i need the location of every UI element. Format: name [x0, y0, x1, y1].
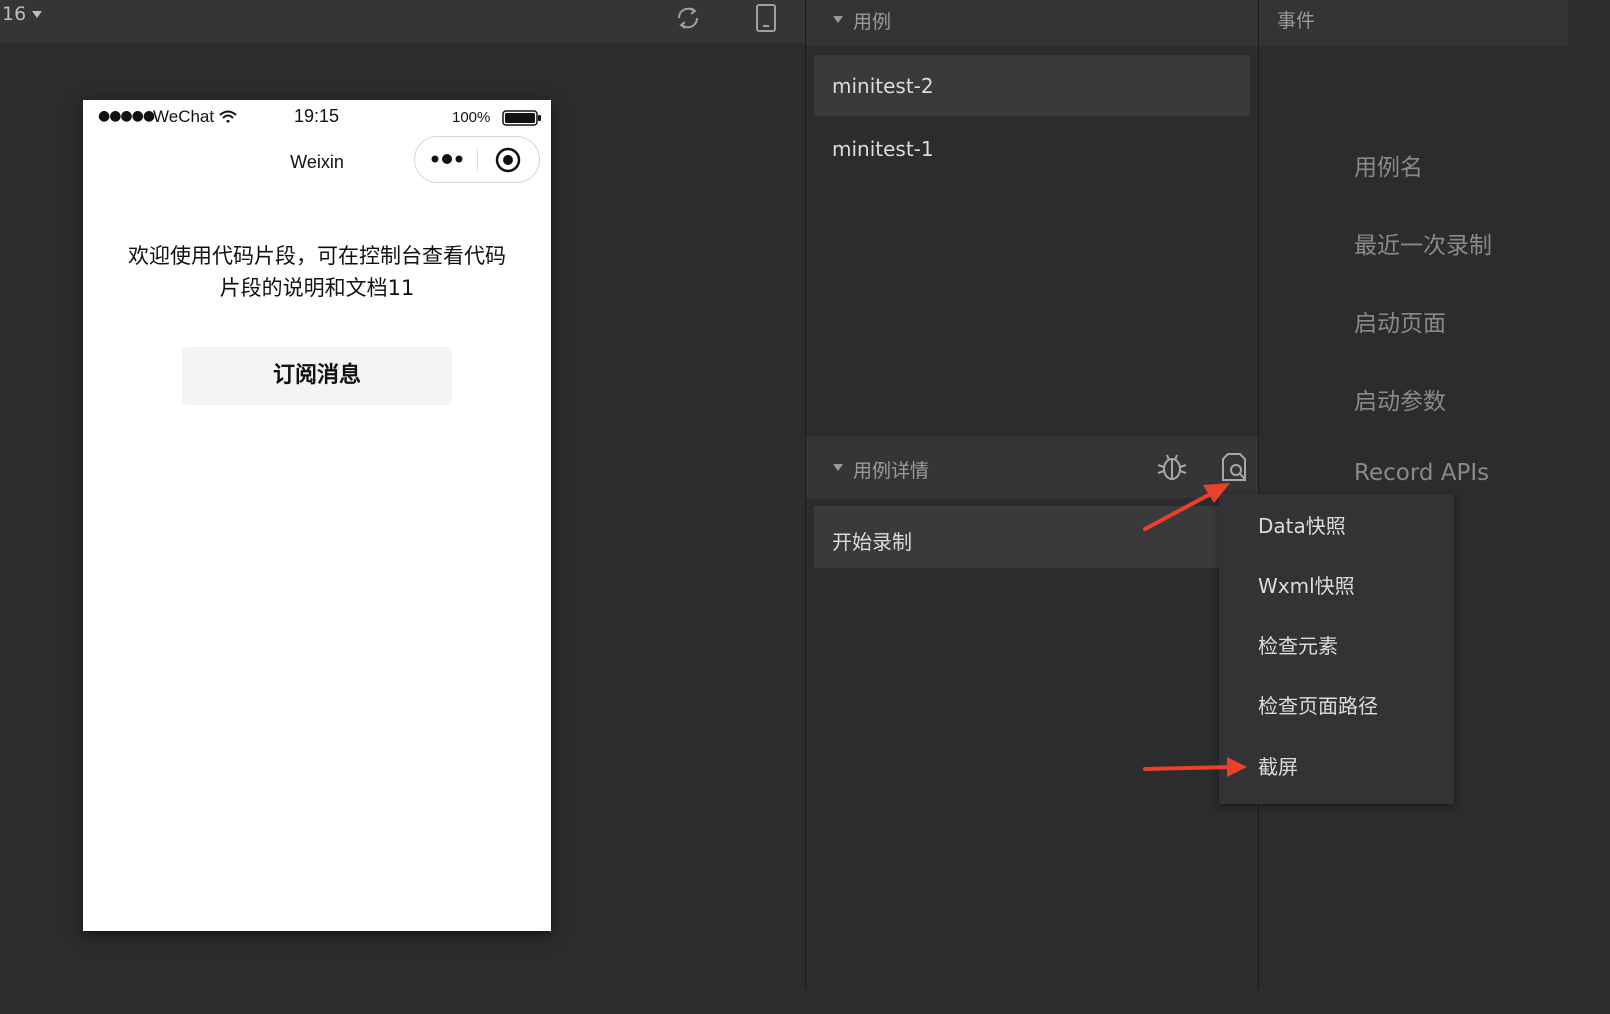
close-target-icon[interactable] — [495, 147, 521, 173]
menu-item-label: 截屏 — [1258, 755, 1298, 779]
status-time: 19:15 — [294, 106, 340, 126]
collapse-caret-icon[interactable] — [833, 464, 843, 471]
case-section-header[interactable]: 用例 — [806, 0, 1258, 46]
rotate-icon[interactable] — [674, 4, 702, 32]
detail-section-header[interactable]: 用例详情 — [806, 436, 1258, 498]
case-item-label: minitest-1 — [832, 137, 934, 161]
snapshot-dropdown-menu: Data快照 Wxml快照 检查元素 检查页面路径 截屏 — [1219, 494, 1454, 804]
start-record-label: 开始录制 — [832, 530, 912, 554]
battery-percentage: 100% — [452, 109, 491, 126]
wifi-icon — [219, 110, 237, 123]
menu-item-data-snapshot[interactable]: Data快照 — [1219, 494, 1454, 554]
collapse-caret-icon[interactable] — [833, 16, 843, 23]
menu-item-wxml-snapshot[interactable]: Wxml快照 — [1219, 554, 1454, 614]
menu-item-inspect-page-path[interactable]: 检查页面路径 — [1219, 674, 1454, 734]
field-case-name: 用例名 — [1354, 155, 1423, 181]
menu-item-label: Data快照 — [1258, 514, 1346, 538]
field-start-page: 启动页面 — [1354, 311, 1446, 337]
case-list-item[interactable]: minitest-1 — [814, 118, 1250, 179]
menu-capsule — [414, 136, 540, 183]
start-record-item[interactable]: 开始录制 — [814, 506, 1250, 568]
menu-item-label: 检查元素 — [1258, 634, 1338, 658]
case-section-title: 用例 — [853, 11, 892, 33]
simulator-pane: 16 ●●●●● WeChat 19:15 100% Weixin 欢迎使用代码… — [0, 0, 805, 988]
battery-icon — [502, 110, 541, 126]
simulator-toolbar: 16 — [0, 0, 805, 43]
zoom-level[interactable]: 16 — [2, 3, 26, 25]
menu-item-label: Wxml快照 — [1258, 574, 1355, 598]
event-section-header: 事件 — [1259, 0, 1568, 46]
menu-item-screenshot[interactable]: 截屏 — [1219, 735, 1454, 795]
detail-section-title: 用例详情 — [853, 460, 930, 482]
field-start-params: 启动参数 — [1354, 389, 1446, 415]
phone-screen: ●●●●● WeChat 19:15 100% Weixin 欢迎使用代码片段，… — [83, 100, 551, 931]
device-icon[interactable] — [753, 3, 779, 33]
intro-text: 欢迎使用代码片段，可在控制台查看代码片段的说明和文档11 — [128, 244, 506, 300]
case-list-item[interactable]: minitest-2 — [814, 55, 1250, 116]
event-section-title: 事件 — [1277, 10, 1316, 32]
field-record-apis: Record APIs — [1354, 460, 1490, 486]
snapshot-icon[interactable] — [1220, 452, 1248, 484]
capsule-divider — [477, 149, 478, 170]
case-pane: 用例 minitest-2 minitest-1 用例详情 开始录制 — [806, 0, 1258, 988]
signal-indicator: ●●●●● — [98, 108, 155, 124]
more-dots-icon[interactable] — [429, 147, 469, 171]
case-item-label: minitest-2 — [832, 74, 934, 98]
menu-item-inspect-element[interactable]: 检查元素 — [1219, 614, 1454, 674]
zoom-dropdown-icon[interactable] — [32, 11, 42, 18]
bug-icon[interactable] — [1156, 453, 1188, 483]
menu-item-label: 检查页面路径 — [1258, 694, 1378, 718]
subscribe-button[interactable]: 订阅消息 — [182, 347, 452, 405]
field-last-record: 最近一次录制 — [1354, 233, 1492, 259]
carrier-name: WeChat — [153, 107, 215, 126]
